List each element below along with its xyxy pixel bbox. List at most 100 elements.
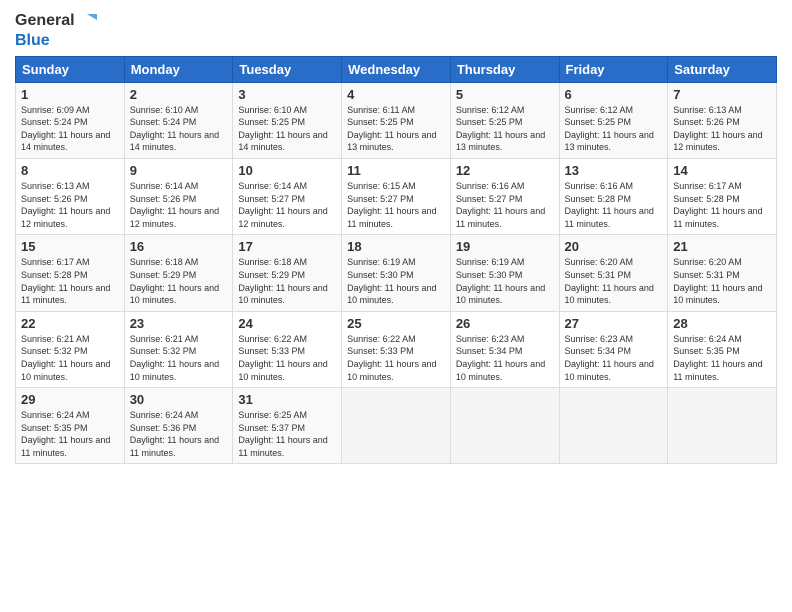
calendar-header-friday: Friday [559,56,668,82]
day-info: Sunrise: 6:10 AMSunset: 5:25 PMDaylight:… [238,104,336,154]
calendar-cell: 6Sunrise: 6:12 AMSunset: 5:25 PMDaylight… [559,82,668,158]
day-number: 10 [238,163,336,178]
calendar-cell: 26 Sunrise: 6:23 AMSunset: 5:34 PMDayligh… [450,311,559,387]
calendar-week-row: 8 Sunrise: 6:13 AMSunset: 5:26 PMDaylight… [16,158,777,234]
calendar-week-row: 29 Sunrise: 6:24 AMSunset: 5:35 PMDayligh… [16,388,777,464]
day-info: Sunrise: 6:16 AMSunset: 5:28 PMDaylight:… [565,180,663,230]
day-info: Sunrise: 6:18 AMSunset: 5:29 PMDaylight:… [130,256,228,306]
calendar-header-saturday: Saturday [668,56,777,82]
calendar-cell: 12 Sunrise: 6:16 AMSunset: 5:27 PMDayligh… [450,158,559,234]
calendar-cell: 17 Sunrise: 6:18 AMSunset: 5:29 PMDayligh… [233,235,342,311]
calendar-cell: 24Sunrise: 6:22 AMSunset: 5:33 PMDayligh… [233,311,342,387]
calendar-header-thursday: Thursday [450,56,559,82]
day-info: Sunrise: 6:21 AMSunset: 5:32 PMDaylight:… [21,333,119,383]
day-info: Sunrise: 6:14 AMSunset: 5:26 PMDaylight:… [130,180,228,230]
day-number: 23 [130,316,228,331]
calendar-cell: 30Sunrise: 6:24 AMSunset: 5:36 PMDayligh… [124,388,233,464]
logo-bird-icon [77,10,99,32]
day-info: Sunrise: 6:19 AMSunset: 5:30 PMDaylight:… [347,256,445,306]
day-number: 26 [456,316,554,331]
calendar-cell: 27 Sunrise: 6:23 AMSunset: 5:34 PMDayligh… [559,311,668,387]
day-number: 20 [565,239,663,254]
page: General Blue SundayMondayTuesdayWednesda… [0,0,792,612]
day-number: 24 [238,316,336,331]
day-info: Sunrise: 6:16 AMSunset: 5:27 PMDaylight:… [456,180,554,230]
calendar-cell [559,388,668,464]
calendar-cell: 18 Sunrise: 6:19 AMSunset: 5:30 PMDayligh… [342,235,451,311]
day-info: Sunrise: 6:20 AMSunset: 5:31 PMDaylight:… [673,256,771,306]
calendar-header-row: SundayMondayTuesdayWednesdayThursdayFrid… [16,56,777,82]
logo-text: General Blue [15,10,99,50]
calendar-cell: 13 Sunrise: 6:16 AMSunset: 5:28 PMDayligh… [559,158,668,234]
calendar-cell: 3 Sunrise: 6:10 AMSunset: 5:25 PMDaylight… [233,82,342,158]
calendar-cell: 25 Sunrise: 6:22 AMSunset: 5:33 PMDayligh… [342,311,451,387]
day-info: Sunrise: 6:20 AMSunset: 5:31 PMDaylight:… [565,256,663,306]
day-info: Sunrise: 6:17 AMSunset: 5:28 PMDaylight:… [673,180,771,230]
day-number: 21 [673,239,771,254]
day-info: Sunrise: 6:19 AMSunset: 5:30 PMDaylight:… [456,256,554,306]
day-number: 6 [565,87,663,102]
calendar-cell [450,388,559,464]
day-info: Sunrise: 6:24 AMSunset: 5:35 PMDaylight:… [673,333,771,383]
day-info: Sunrise: 6:14 AMSunset: 5:27 PMDaylight:… [238,180,336,230]
calendar-cell: 28Sunrise: 6:24 AMSunset: 5:35 PMDayligh… [668,311,777,387]
calendar-week-row: 22 Sunrise: 6:21 AMSunset: 5:32 PMDayligh… [16,311,777,387]
calendar-cell: 19Sunrise: 6:19 AMSunset: 5:30 PMDayligh… [450,235,559,311]
calendar-cell: 11 Sunrise: 6:15 AMSunset: 5:27 PMDayligh… [342,158,451,234]
day-number: 4 [347,87,445,102]
day-info: Sunrise: 6:23 AMSunset: 5:34 PMDaylight:… [456,333,554,383]
logo: General Blue [15,10,99,50]
day-info: Sunrise: 6:13 AMSunset: 5:26 PMDaylight:… [21,180,119,230]
calendar-cell: 23Sunrise: 6:21 AMSunset: 5:32 PMDayligh… [124,311,233,387]
day-info: Sunrise: 6:24 AMSunset: 5:35 PMDaylight:… [21,409,119,459]
day-info: Sunrise: 6:13 AMSunset: 5:26 PMDaylight:… [673,104,771,154]
day-info: Sunrise: 6:25 AMSunset: 5:37 PMDaylight:… [238,409,336,459]
day-number: 12 [456,163,554,178]
day-number: 17 [238,239,336,254]
day-number: 8 [21,163,119,178]
calendar-cell: 5 Sunrise: 6:12 AMSunset: 5:25 PMDaylight… [450,82,559,158]
day-number: 27 [565,316,663,331]
day-number: 29 [21,392,119,407]
day-number: 18 [347,239,445,254]
calendar-cell: 4Sunrise: 6:11 AMSunset: 5:25 PMDaylight… [342,82,451,158]
calendar-cell: 2Sunrise: 6:10 AMSunset: 5:24 PMDaylight… [124,82,233,158]
day-info: Sunrise: 6:22 AMSunset: 5:33 PMDaylight:… [347,333,445,383]
calendar-header-tuesday: Tuesday [233,56,342,82]
calendar-header-sunday: Sunday [16,56,125,82]
calendar-cell: 29 Sunrise: 6:24 AMSunset: 5:35 PMDayligh… [16,388,125,464]
day-number: 22 [21,316,119,331]
day-number: 5 [456,87,554,102]
day-info: Sunrise: 6:15 AMSunset: 5:27 PMDaylight:… [347,180,445,230]
calendar-cell: 16 Sunrise: 6:18 AMSunset: 5:29 PMDayligh… [124,235,233,311]
day-number: 15 [21,239,119,254]
day-number: 14 [673,163,771,178]
day-number: 11 [347,163,445,178]
day-number: 31 [238,392,336,407]
day-number: 16 [130,239,228,254]
day-info: Sunrise: 6:09 AMSunset: 5:24 PMDaylight:… [21,104,119,154]
day-number: 1 [21,87,119,102]
calendar-cell: 21 Sunrise: 6:20 AMSunset: 5:31 PMDayligh… [668,235,777,311]
calendar-header-monday: Monday [124,56,233,82]
day-info: Sunrise: 6:12 AMSunset: 5:25 PMDaylight:… [456,104,554,154]
calendar-cell: 14 Sunrise: 6:17 AMSunset: 5:28 PMDayligh… [668,158,777,234]
day-number: 3 [238,87,336,102]
calendar-cell: 31 Sunrise: 6:25 AMSunset: 5:37 PMDayligh… [233,388,342,464]
day-number: 13 [565,163,663,178]
calendar-cell [342,388,451,464]
day-number: 9 [130,163,228,178]
calendar-cell: 7Sunrise: 6:13 AMSunset: 5:26 PMDaylight… [668,82,777,158]
calendar-cell: 1 Sunrise: 6:09 AMSunset: 5:24 PMDaylight… [16,82,125,158]
calendar-header-wednesday: Wednesday [342,56,451,82]
day-info: Sunrise: 6:17 AMSunset: 5:28 PMDaylight:… [21,256,119,306]
day-number: 25 [347,316,445,331]
calendar-cell: 20 Sunrise: 6:20 AMSunset: 5:31 PMDayligh… [559,235,668,311]
day-info: Sunrise: 6:10 AMSunset: 5:24 PMDaylight:… [130,104,228,154]
day-info: Sunrise: 6:23 AMSunset: 5:34 PMDaylight:… [565,333,663,383]
calendar-cell: 9 Sunrise: 6:14 AMSunset: 5:26 PMDaylight… [124,158,233,234]
calendar-week-row: 15 Sunrise: 6:17 AMSunset: 5:28 PMDayligh… [16,235,777,311]
calendar-cell: 8 Sunrise: 6:13 AMSunset: 5:26 PMDaylight… [16,158,125,234]
calendar-cell: 22 Sunrise: 6:21 AMSunset: 5:32 PMDayligh… [16,311,125,387]
day-info: Sunrise: 6:18 AMSunset: 5:29 PMDaylight:… [238,256,336,306]
